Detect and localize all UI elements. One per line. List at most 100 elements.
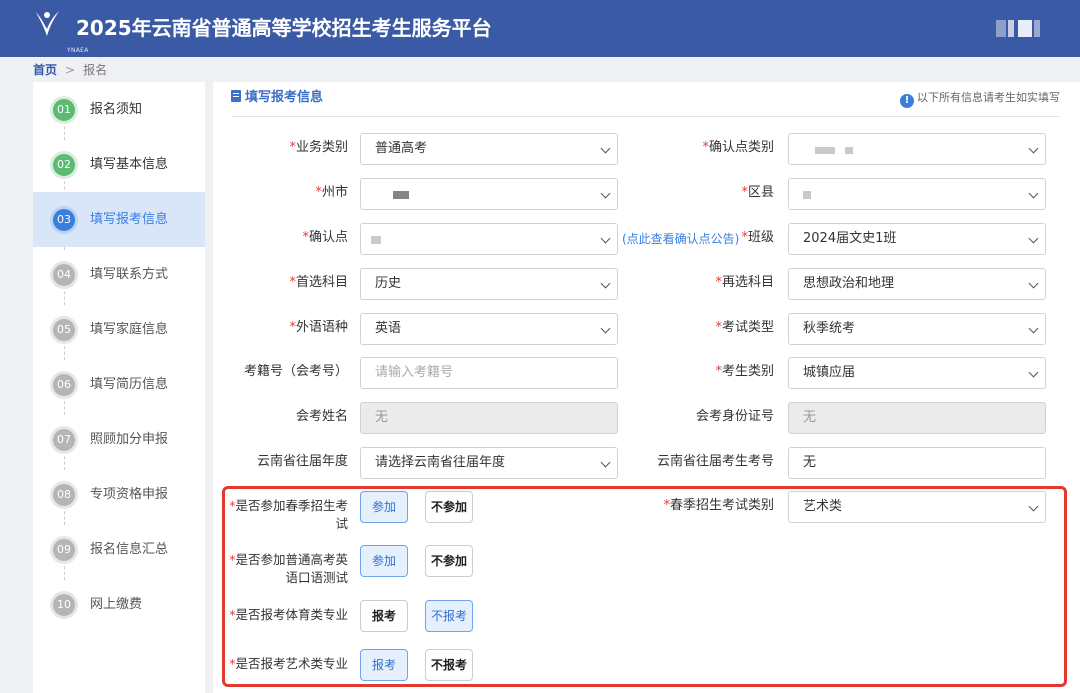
city-select[interactable] [360, 178, 618, 210]
oral-english-yes-button[interactable]: 参加 [360, 545, 408, 577]
step-label: 填写报考信息 [90, 212, 169, 227]
second-subject-select[interactable]: 思想政治和地理 [788, 268, 1046, 300]
step-item-resume[interactable]: 06 填写简历信息 [33, 357, 205, 412]
chevron-down-icon [1028, 367, 1039, 378]
step-label: 照顾加分申报 [90, 432, 169, 447]
step-label: 填写基本信息 [90, 157, 169, 172]
chevron-down-icon [1028, 278, 1039, 289]
chevron-down-icon [600, 457, 611, 468]
chevron-down-icon [1028, 501, 1039, 512]
chevron-down-icon [1028, 233, 1039, 244]
notice-text: 以下所有信息请考生如实填写 [917, 91, 1060, 104]
sports-yes-button[interactable]: 报考 [360, 600, 408, 632]
step-number: 06 [53, 374, 75, 396]
info-icon: ! [900, 94, 914, 108]
step-item-bonus[interactable]: 07 照顾加分申报 [33, 412, 205, 467]
confirm-point-select[interactable] [360, 223, 618, 255]
arts-label: *是否报考艺术类专业 [229, 656, 348, 671]
steps-sidebar: 01 报名须知 02 填写基本信息 03 填写报考信息 04 填写联系方式 05… [33, 82, 205, 693]
second-subject-label: *再选科目 [715, 275, 774, 290]
county-select[interactable] [788, 178, 1046, 210]
prev-no-input[interactable]: 无 [788, 447, 1046, 479]
oral-english-no-button[interactable]: 不参加 [425, 545, 473, 577]
prev-year-select[interactable]: 请选择云南省往届年度 [360, 447, 618, 479]
language-select[interactable]: 英语 [360, 313, 618, 345]
step-number: 04 [53, 264, 75, 286]
site-title: 2025年云南省普通高等学校招生考生服务平台 [76, 16, 492, 40]
site-logo[interactable]: YNAEA [32, 9, 88, 54]
notice: ! 以下所有信息请考生如实填写 [900, 90, 1060, 108]
step-number: 10 [53, 594, 75, 616]
city-label: *州市 [315, 185, 348, 200]
form-panel: 填写报考信息 ! 以下所有信息请考生如实填写 *业务类别 普通高考 *确认点类别 … [213, 82, 1080, 693]
student-category-select[interactable]: 城镇应届 [788, 357, 1046, 389]
logo-text: YNAEA [67, 47, 89, 54]
first-subject-label: *首选科目 [289, 275, 348, 290]
step-number: 05 [53, 319, 75, 341]
chevron-down-icon [600, 323, 611, 334]
spring-exam-yes-button[interactable]: 参加 [360, 491, 408, 523]
student-no-input[interactable]: 请输入考籍号 [360, 357, 618, 389]
language-label: *外语语种 [289, 320, 348, 335]
step-label: 报名信息汇总 [90, 542, 169, 557]
exam-type-label: *考试类型 [715, 320, 774, 335]
step-item-notice[interactable]: 01 报名须知 [33, 82, 205, 137]
spring-category-select[interactable]: 艺术类 [788, 491, 1046, 523]
section-title: 填写报考信息 [231, 89, 323, 107]
sports-no-button[interactable]: 不报考 [425, 600, 473, 632]
class-label: *班级 [741, 230, 774, 245]
county-label: *区县 [741, 185, 774, 200]
class-select[interactable]: 2024届文史1班 [788, 223, 1046, 255]
step-number: 02 [53, 154, 75, 176]
step-item-basic-info[interactable]: 02 填写基本信息 [33, 137, 205, 192]
business-type-select[interactable]: 普通高考 [360, 133, 618, 165]
chevron-down-icon [1028, 323, 1039, 334]
exam-type-select[interactable]: 秋季统考 [788, 313, 1046, 345]
user-menu[interactable] [996, 20, 1046, 37]
spring-exam-no-button[interactable]: 不参加 [425, 491, 473, 523]
arts-no-button[interactable]: 不报考 [425, 649, 473, 681]
chevron-down-icon [600, 188, 611, 199]
chevron-down-icon [600, 143, 611, 154]
breadcrumb-home-link[interactable]: 首页 [33, 63, 57, 77]
prev-year-label: 云南省往届年度 [256, 454, 348, 469]
business-type-label: *业务类别 [289, 140, 348, 155]
confirm-type-label: *确认点类别 [702, 140, 774, 155]
student-category-label: *考生类别 [715, 364, 774, 379]
form-icon [231, 90, 241, 102]
chevron-down-icon [600, 278, 611, 289]
step-item-family[interactable]: 05 填写家庭信息 [33, 302, 205, 357]
first-subject-select[interactable]: 历史 [360, 268, 618, 300]
step-label: 填写简历信息 [90, 377, 169, 392]
student-no-label: 考籍号（会考号） [243, 364, 348, 379]
chevron-down-icon [1028, 188, 1039, 199]
spring-exam-label: *是否参加春季招生考试 [229, 498, 348, 531]
step-item-special[interactable]: 08 专项资格申报 [33, 467, 205, 522]
step-item-contact[interactable]: 04 填写联系方式 [33, 247, 205, 302]
step-number: 09 [53, 539, 75, 561]
step-label: 填写联系方式 [90, 267, 169, 282]
breadcrumb: 首页 > 报名 [33, 60, 107, 80]
step-item-exam-info[interactable]: 03 填写报考信息 [33, 192, 205, 247]
prev-no-label: 云南省往届考生考号 [656, 454, 774, 469]
step-number: 07 [53, 429, 75, 451]
step-item-summary[interactable]: 09 报名信息汇总 [33, 522, 205, 577]
step-number: 01 [53, 99, 75, 121]
step-number: 03 [53, 209, 75, 231]
confirm-point-notice-link[interactable]: (点此查看确认点公告) [622, 231, 739, 247]
sports-label: *是否报考体育类专业 [229, 607, 348, 622]
hk-id-label: 会考身份证号 [695, 409, 774, 424]
step-label: 填写家庭信息 [90, 322, 169, 337]
arts-yes-button[interactable]: 报考 [360, 649, 408, 681]
step-item-payment[interactable]: 10 网上缴费 [33, 577, 205, 632]
hk-id-input[interactable]: 无 [788, 402, 1046, 434]
hk-name-label: 会考姓名 [295, 409, 348, 424]
step-label: 网上缴费 [90, 597, 143, 612]
step-number: 08 [53, 484, 75, 506]
oral-english-label: *是否参加普通高考英 语口语测试 [229, 552, 348, 585]
section-title-text: 填写报考信息 [245, 90, 324, 105]
confirm-point-label: *确认点 [302, 230, 348, 245]
hk-name-input[interactable]: 无 [360, 402, 618, 434]
spring-category-label: *春季招生考试类别 [663, 498, 774, 513]
confirm-type-select[interactable] [788, 133, 1046, 165]
